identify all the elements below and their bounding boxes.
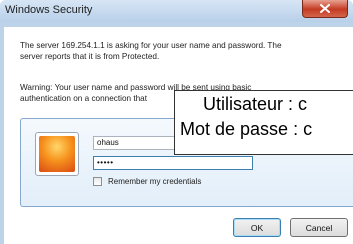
- annotation-overlay: Utilisateur : c Mot de passe : c: [174, 90, 353, 155]
- overlay-password-label: Mot de passe : c: [180, 119, 313, 139]
- cancel-button[interactable]: Cancel: [290, 218, 348, 237]
- password-field[interactable]: •••••: [93, 156, 253, 170]
- windows-security-dialog: Windows Security The server 169.254.1.1 …: [0, 0, 353, 244]
- close-button[interactable]: [302, 0, 348, 18]
- remember-label: Remember my credentials: [108, 176, 202, 186]
- remember-credentials-row[interactable]: Remember my credentials: [93, 175, 201, 187]
- title-bar[interactable]: Windows Security: [0, 0, 353, 22]
- close-icon: [320, 4, 330, 13]
- window-title: Windows Security: [5, 4, 93, 16]
- user-picture: [39, 136, 75, 172]
- overlay-username-label: Utilisateur : c: [203, 94, 308, 114]
- user-tile-icon: [35, 132, 79, 176]
- remember-checkbox[interactable]: [93, 176, 102, 186]
- server-message: The server 169.254.1.1 is asking for you…: [20, 41, 282, 61]
- ok-button[interactable]: OK: [233, 218, 281, 237]
